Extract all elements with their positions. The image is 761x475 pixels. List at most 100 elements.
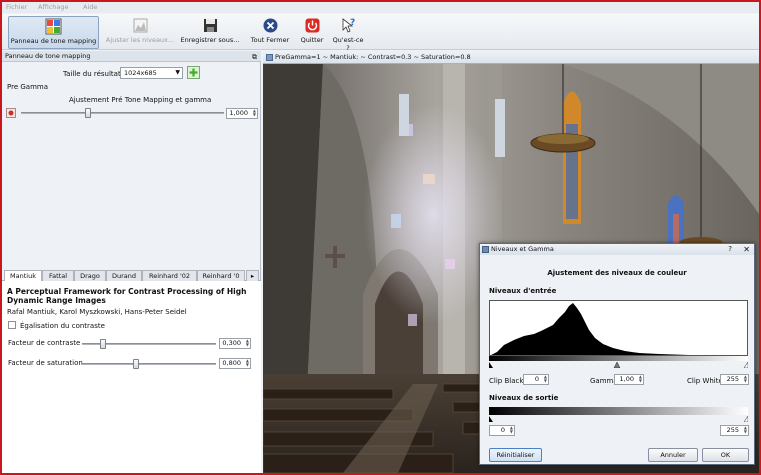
gamma-handle-icon — [613, 361, 621, 368]
clip-white-label: Clip White — [687, 377, 723, 385]
tab-scroll-right[interactable]: ▸ — [246, 270, 259, 281]
ok-button[interactable]: OK — [702, 448, 749, 462]
tab-durand[interactable]: Durand — [106, 270, 142, 281]
pregamma-value: 1,000 — [229, 109, 248, 117]
tonemap-panel-button-label: Panneau de tone mapping — [10, 37, 97, 45]
result-size-combo[interactable]: 1024x685 ▼ — [120, 67, 183, 79]
gamma-spinbox[interactable]: 1,00 ▲ ▼ — [614, 374, 644, 385]
output-levels-gradient[interactable] — [489, 407, 748, 422]
clip-black-value: 0 — [534, 375, 539, 383]
close-all-icon — [263, 18, 277, 33]
svg-text:?: ? — [350, 18, 355, 28]
dialog-title-bar: Niveaux et Gamma ? ✕ — [480, 244, 754, 255]
pregamma-spinbox[interactable]: 1,000 ▲ ▼ — [226, 108, 258, 119]
contrast-factor-label: Facteur de contraste — [8, 339, 81, 347]
spin-arrows-icon[interactable]: ▲ ▼ — [246, 339, 249, 347]
application-window: Fichier Affichage Aide Panneau de tone m… — [2, 2, 759, 473]
spin-arrows-icon[interactable]: ▲ ▼ — [510, 426, 513, 434]
clip-black-label: Clip Black — [489, 377, 524, 385]
spin-arrows-icon[interactable]: ▲ ▼ — [639, 375, 642, 383]
quit-button[interactable]: Quitter — [296, 16, 328, 49]
viewer-title: PreGamma=1 ~ Mantiuk: ~ Contrast=0.3 ~ S… — [275, 53, 471, 61]
dialog-title: Niveaux et Gamma — [491, 245, 554, 253]
save-as-button[interactable]: Enregistrer sous... — [178, 16, 242, 49]
saturation-value: 0,800 — [222, 359, 241, 367]
pregamma-adjust-label: Ajustement Pré Tone Mapping et gamma — [69, 96, 212, 104]
input-histogram — [489, 300, 748, 356]
saturation-spinbox[interactable]: 0,800 ▲ ▼ — [219, 358, 251, 369]
mantiuk-authors: Rafal Mantiuk, Karol Myszkowski, Hans-Pe… — [7, 308, 187, 316]
clip-white-value: 255 — [726, 375, 739, 383]
pregamma-label: Pre Gamma — [7, 83, 48, 91]
equalize-contrast-label: Égalisation du contraste — [20, 322, 105, 330]
save-as-button-label: Enregistrer sous... — [180, 36, 240, 44]
levels-icon — [133, 18, 147, 33]
spin-arrows-icon[interactable]: ▲ ▼ — [744, 375, 747, 383]
image-window-icon — [266, 54, 273, 61]
menu-view[interactable]: Affichage — [38, 3, 69, 11]
tab-reinhard-05[interactable]: Reinhard '0 — [197, 270, 245, 281]
tab-drago[interactable]: Drago — [74, 270, 106, 281]
result-size-value: 1024x685 — [124, 69, 157, 77]
spin-arrows-icon[interactable]: ▲ ▼ — [744, 426, 747, 434]
power-icon — [305, 18, 319, 33]
equalize-contrast-checkbox[interactable] — [8, 321, 16, 329]
spin-arrows-icon[interactable]: ▲ ▼ — [544, 375, 547, 383]
add-size-button[interactable] — [187, 66, 200, 79]
tonemap-panel-icon — [45, 18, 62, 35]
output-max-spinbox[interactable]: 255 ▲ ▼ — [720, 425, 749, 436]
cancel-button[interactable]: Annuler — [648, 448, 698, 462]
input-levels-gradient[interactable] — [489, 356, 748, 368]
whats-this-icon: ? — [342, 18, 355, 33]
clip-black-spinbox[interactable]: 0 ▲ ▼ — [523, 374, 549, 385]
pregamma-slider-thumb[interactable] — [84, 108, 91, 118]
output-min-spinbox[interactable]: 0 ▲ ▼ — [489, 425, 515, 436]
chevron-down-icon: ▼ — [175, 69, 180, 76]
spin-arrows-icon[interactable]: ▲ ▼ — [253, 109, 256, 117]
tonemap-panel-title-text: Panneau de tone mapping — [5, 52, 91, 60]
contrast-slider-thumb[interactable] — [100, 339, 107, 349]
quit-button-label: Quitter — [300, 36, 324, 44]
clip-white-handle-icon — [743, 361, 748, 368]
dialog-help-button[interactable]: ? — [728, 244, 732, 255]
tab-fattal[interactable]: Fattal — [42, 270, 74, 281]
reset-pregamma-button[interactable] — [6, 108, 16, 118]
levels-heading: Ajustement des niveaux de couleur — [547, 269, 687, 277]
close-all-button[interactable]: Tout Fermer — [248, 16, 292, 49]
menu-help[interactable]: Aide — [83, 3, 97, 11]
input-levels-label: Niveaux d'entrée — [489, 287, 557, 295]
operator-tab-bar: Mantiuk Fattal Drago Durand Reinhard '02… — [2, 270, 261, 282]
saturation-slider-track[interactable] — [82, 363, 216, 365]
adjust-levels-button[interactable]: Ajuster les niveaux... — [104, 16, 176, 49]
float-panel-icon[interactable]: ⧉ — [252, 52, 257, 63]
clip-white-spinbox[interactable]: 255 ▲ ▼ — [720, 374, 749, 385]
contrast-value: 0,300 — [222, 339, 241, 347]
output-white-handle-icon — [743, 415, 748, 422]
close-all-button-label: Tout Fermer — [250, 36, 290, 44]
gamma-value: 1,00 — [619, 375, 634, 383]
saturation-factor-label: Facteur de saturation — [8, 359, 83, 367]
chevron-right-icon: ▸ — [250, 272, 255, 280]
levels-gamma-dialog: Niveaux et Gamma ? ✕ Ajustement des nive… — [479, 243, 755, 465]
output-black-handle-icon — [489, 416, 493, 422]
reset-button[interactable]: Réinitialiser — [489, 448, 542, 462]
close-icon[interactable]: ✕ — [743, 244, 750, 255]
adjust-levels-button-label: Ajuster les niveaux... — [105, 36, 175, 44]
viewer-title-bar: PreGamma=1 ~ Mantiuk: ~ Contrast=0.3 ~ S… — [263, 51, 759, 64]
dialog-window-icon — [482, 246, 489, 253]
output-min-value: 0 — [500, 426, 505, 434]
output-levels-label: Niveaux de sortie — [489, 394, 559, 402]
menu-file[interactable]: Fichier — [6, 3, 27, 11]
saturation-slider-thumb[interactable] — [132, 359, 139, 369]
whats-this-button[interactable]: ? Qu'est-ce ? — [330, 16, 366, 52]
floppy-disk-icon — [203, 19, 217, 32]
spin-arrows-icon[interactable]: ▲ ▼ — [246, 359, 249, 367]
tonemap-panel: Panneau de tone mapping ⧉ Taille du résu… — [2, 51, 261, 473]
mantiuk-options: A Perceptual Framework for Contrast Proc… — [2, 281, 261, 473]
main-toolbar: Panneau de tone mapping Ajuster les nive… — [2, 14, 759, 52]
tab-reinhard-02[interactable]: Reinhard '02 — [142, 270, 197, 281]
pregamma-slider-track[interactable] — [21, 112, 224, 114]
tonemap-panel-button[interactable]: Panneau de tone mapping — [8, 16, 99, 49]
tonemap-panel-title: Panneau de tone mapping ⧉ — [2, 51, 261, 62]
contrast-spinbox[interactable]: 0,300 ▲ ▼ — [219, 338, 251, 349]
